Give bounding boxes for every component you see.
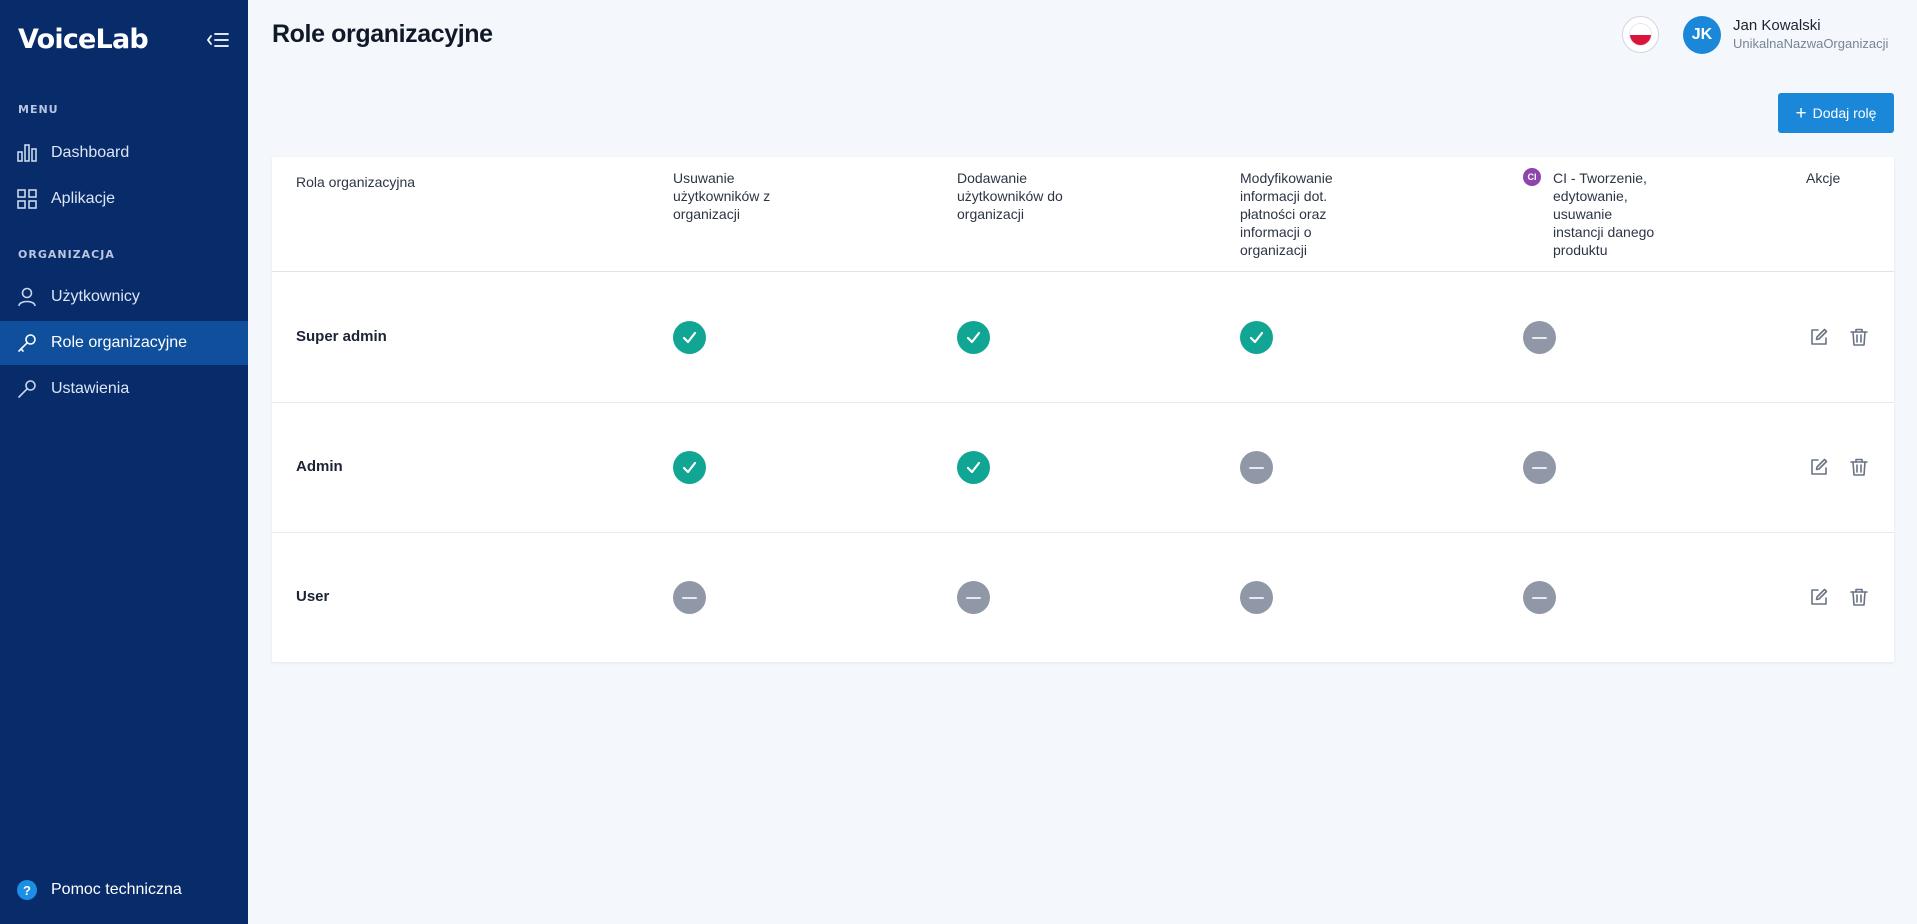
organization-section-label: ORGANIZACJA xyxy=(18,248,115,261)
row-divider xyxy=(272,402,1894,403)
header-remove-users: Usuwanie użytkowników z organizacji xyxy=(673,170,771,222)
header-add-users: Dodawanie użytkowników do organizacji xyxy=(957,170,1063,222)
sidebar-item-label: Role organizacyjne xyxy=(51,334,188,351)
menu-section-label: MENU xyxy=(18,103,59,116)
header-role: Rola organizacyjna xyxy=(296,174,416,190)
question-icon: ? xyxy=(17,880,37,900)
header-actions: Akcje xyxy=(1806,170,1841,186)
sidebar-item-dashboard[interactable]: Dashboard xyxy=(0,131,248,175)
permission-granted-icon xyxy=(673,451,706,484)
permission-denied-icon xyxy=(1523,581,1556,614)
sidebar-item-uzytkownicy[interactable]: Użytkownicy xyxy=(0,275,248,319)
permission-denied-icon xyxy=(1240,451,1273,484)
key-icon xyxy=(17,333,37,353)
collapse-sidebar-icon[interactable] xyxy=(206,30,230,50)
row-divider xyxy=(272,532,1894,533)
add-role-label: Dodaj rolę xyxy=(1812,105,1877,121)
plus-icon: + xyxy=(1795,102,1807,124)
delete-icon[interactable] xyxy=(1848,456,1870,478)
polish-flag-icon xyxy=(1629,23,1652,46)
ci-product-badge: CI xyxy=(1523,168,1541,186)
header-modify-payments: Modyfikowanie informacji dot. płatności … xyxy=(1240,170,1333,258)
bar-chart-icon xyxy=(17,143,37,163)
avatar[interactable]: JK xyxy=(1683,16,1721,54)
sidebar-item-aplikacje[interactable]: Aplikacje xyxy=(0,177,248,221)
permission-denied-icon xyxy=(1240,581,1273,614)
grid-icon xyxy=(17,189,37,209)
wrench-icon xyxy=(17,379,37,399)
help-label: Pomoc techniczna xyxy=(51,881,182,898)
permission-denied-icon xyxy=(1523,321,1556,354)
sidebar-item-label: Użytkownicy xyxy=(51,288,140,305)
permission-granted-icon xyxy=(957,451,990,484)
page-title: Role organizacyjne xyxy=(272,20,493,48)
delete-icon[interactable] xyxy=(1848,326,1870,348)
role-name: User xyxy=(296,588,330,605)
delete-icon[interactable] xyxy=(1848,586,1870,608)
user-name[interactable]: Jan Kowalski xyxy=(1733,17,1821,34)
role-name: Admin xyxy=(296,458,343,475)
edit-icon[interactable] xyxy=(1808,586,1830,608)
permission-granted-icon xyxy=(957,321,990,354)
roles-table: Rola organizacyjna Usuwanie użytkowników… xyxy=(272,157,1894,662)
permission-denied-icon xyxy=(673,581,706,614)
voicelab-logo: VoiceLab xyxy=(18,24,149,55)
user-icon xyxy=(17,287,37,307)
edit-icon[interactable] xyxy=(1808,456,1830,478)
role-name: Super admin xyxy=(296,328,387,345)
sidebar-item-role-organizacyjne[interactable]: Role organizacyjne xyxy=(0,321,248,365)
permission-granted-icon xyxy=(673,321,706,354)
user-organization: UnikalnaNazwaOrganizacji xyxy=(1733,36,1889,51)
add-role-button[interactable]: + Dodaj rolę xyxy=(1778,93,1894,133)
permission-denied-icon xyxy=(1523,451,1556,484)
sidebar: VoiceLab MENU Dashboard Aplikacje ORGANI… xyxy=(0,0,248,924)
language-switcher[interactable] xyxy=(1622,16,1659,53)
sidebar-item-label: Aplikacje xyxy=(51,190,116,207)
permission-granted-icon xyxy=(1240,321,1273,354)
sidebar-item-label: Ustawienia xyxy=(51,380,130,397)
edit-icon[interactable] xyxy=(1808,326,1830,348)
header-ci-instances: CI - Tworzenie, edytowanie, usuwanie ins… xyxy=(1553,170,1655,258)
sidebar-item-ustawienia[interactable]: Ustawienia xyxy=(0,367,248,411)
permission-denied-icon xyxy=(957,581,990,614)
help-link[interactable]: ? Pomoc techniczna xyxy=(17,880,182,900)
sidebar-item-label: Dashboard xyxy=(51,144,130,161)
header-divider xyxy=(272,271,1894,272)
